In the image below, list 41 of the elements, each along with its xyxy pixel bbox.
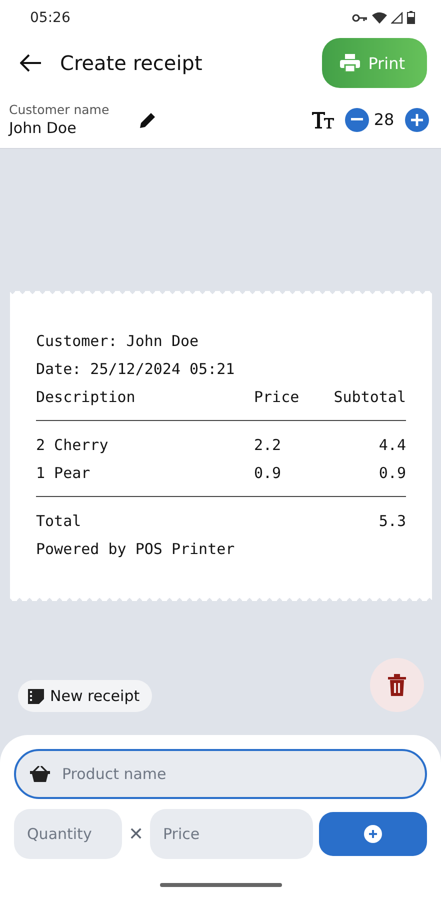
receipt-customer: Customer: John Doe <box>36 332 199 350</box>
times-sign: ✕ <box>127 824 145 844</box>
receipt-item: 1 Pear <box>36 464 92 482</box>
customer-name: John Doe <box>9 119 78 137</box>
increase-button[interactable] <box>405 108 429 132</box>
receipt-subtotal: 4.4 <box>378 436 406 454</box>
decrease-button[interactable] <box>345 108 369 132</box>
price-field[interactable]: Price <box>150 809 313 859</box>
minus-icon <box>351 118 363 121</box>
receipt-icon <box>28 688 44 704</box>
back-arrow-icon[interactable] <box>20 54 42 72</box>
printer-icon <box>340 54 360 72</box>
receipt-column-header: Price <box>254 388 300 406</box>
key-icon <box>352 12 368 22</box>
text-size-icon <box>311 110 335 128</box>
pencil-icon[interactable] <box>139 110 158 128</box>
receipt-subtotal: 0.9 <box>378 464 406 482</box>
plus-icon <box>411 114 423 126</box>
receipt-column-header: Subtotal <box>332 388 406 406</box>
customer-label: Customer name <box>9 102 110 117</box>
signal-icon <box>391 12 403 24</box>
receipt-total-label: Total <box>36 512 82 530</box>
receipt-item: 2 Cherry <box>36 436 110 454</box>
battery-icon <box>407 11 415 24</box>
font-size-value: 28 <box>372 110 396 129</box>
basket-icon <box>30 766 50 782</box>
receipt-column-header: Description <box>36 388 136 406</box>
screen-title: Create receipt <box>60 51 204 75</box>
add-button[interactable] <box>319 812 427 856</box>
wifi-icon <box>372 12 387 24</box>
receipt-date: Date: 25/12/2024 05:21 <box>36 360 235 378</box>
trash-icon <box>388 674 406 696</box>
receipt-total-value: 5.3 <box>378 512 406 530</box>
product-name-field[interactable]: Product name <box>14 749 427 799</box>
quantity-field[interactable]: Quantity <box>14 809 122 859</box>
plus-circle-icon <box>364 825 382 843</box>
receipt-price: 0.9 <box>254 464 282 482</box>
receipt-footer: Powered by POS Printer <box>36 540 235 558</box>
receipt-price: 2.2 <box>254 436 282 454</box>
status-time: 05:26 <box>30 10 70 26</box>
new-receipt-button[interactable]: New receipt <box>18 680 152 712</box>
